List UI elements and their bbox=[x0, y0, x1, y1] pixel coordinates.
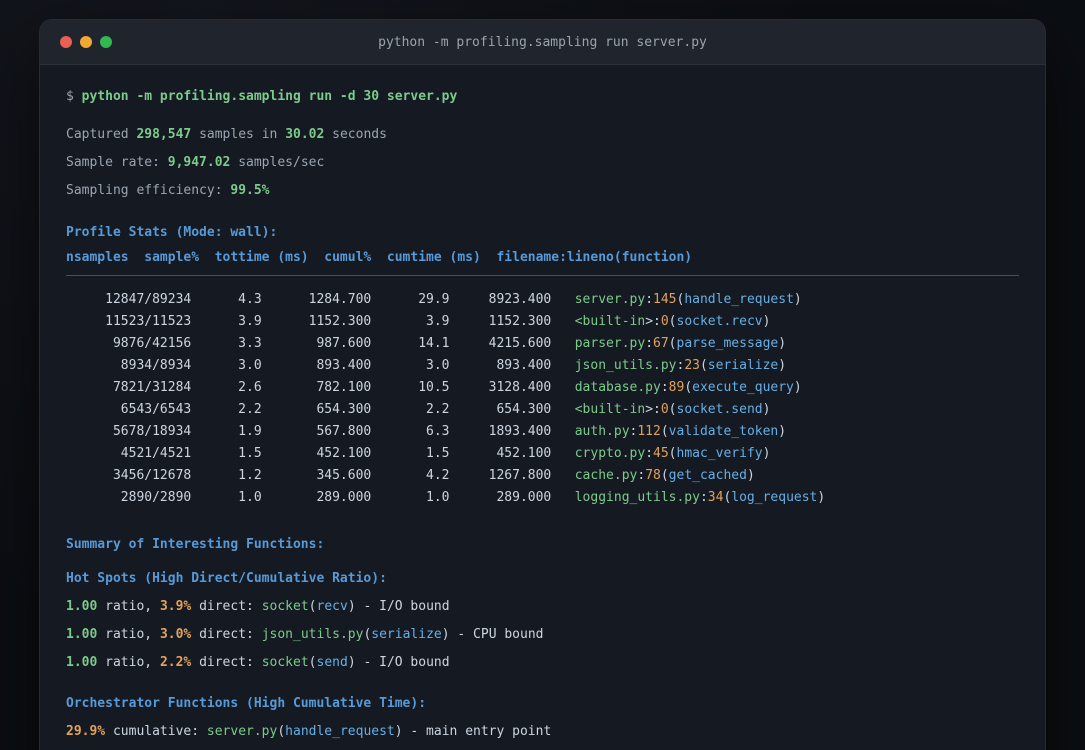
hot-spots-list: 1.00 ratio, 3.9% direct: socket(recv) - … bbox=[66, 593, 1019, 677]
orchestrators-list: 29.9% cumulative: server.py(handle_reque… bbox=[66, 718, 1019, 750]
duration-value: 30.02 bbox=[285, 127, 325, 142]
hot-spot-item: 1.00 ratio, 3.0% direct: json_utils.py(s… bbox=[66, 627, 544, 642]
captured-label: Captured bbox=[66, 127, 129, 142]
orchestrator-item: 14.1% cumulative: parser.py(parse_messag… bbox=[66, 746, 1019, 750]
prompt-symbol: $ bbox=[66, 89, 74, 104]
profile-row: 3456/12678 1.2 345.600 4.2 1267.800 cach… bbox=[66, 468, 755, 483]
sample-rate-line: Sample rate: 9,947.02 samples/sec bbox=[66, 149, 1019, 177]
terminal-output: $ python -m profiling.sampling run -d 30… bbox=[40, 65, 1045, 750]
sample-rate-label: Sample rate: bbox=[66, 155, 160, 170]
table-column-header: nsamples sample% tottime (ms) cumul% cum… bbox=[66, 250, 693, 265]
samples-in-label: samples in bbox=[199, 127, 278, 142]
sample-rate-value: 9,947.02 bbox=[167, 155, 231, 170]
profile-row: 9876/42156 3.3 987.600 14.1 4215.600 par… bbox=[66, 336, 787, 351]
profile-row: 11523/11523 3.9 1152.300 3.9 1152.300 <b… bbox=[66, 314, 771, 329]
efficiency-value: 99.5% bbox=[230, 183, 270, 198]
captured-line: Captured 298,547 samples in 30.02 second… bbox=[66, 121, 1019, 149]
profile-row: 8934/8934 3.0 893.400 3.0 893.400 json_u… bbox=[66, 358, 787, 373]
table-divider bbox=[66, 275, 1019, 276]
profile-table: 12847/89234 4.3 1284.700 29.9 8923.400 s… bbox=[66, 289, 1019, 509]
profile-row: 2890/2890 1.0 289.000 1.0 289.000 loggin… bbox=[66, 490, 826, 505]
window-title: python -m profiling.sampling run server.… bbox=[378, 34, 707, 50]
hot-spots-title: Hot Spots (High Direct/Cumulative Ratio)… bbox=[66, 571, 387, 586]
desktop-background: python -m profiling.sampling run server.… bbox=[0, 0, 1085, 750]
seconds-label: seconds bbox=[332, 127, 387, 142]
efficiency-label: Sampling efficiency: bbox=[66, 183, 223, 198]
profile-row: 7821/31284 2.6 782.100 10.5 3128.400 dat… bbox=[66, 380, 802, 395]
efficiency-line: Sampling efficiency: 99.5% bbox=[66, 177, 1019, 205]
summary-title: Summary of Interesting Functions: bbox=[66, 537, 325, 552]
orchestrators-title: Orchestrator Functions (High Cumulative … bbox=[66, 696, 427, 711]
terminal-window: python -m profiling.sampling run server.… bbox=[40, 20, 1045, 750]
hot-spot-item: 1.00 ratio, 3.9% direct: socket(recv) - … bbox=[66, 599, 450, 614]
profile-row: 4521/4521 1.5 452.100 1.5 452.100 crypto… bbox=[66, 446, 771, 461]
samples-count: 298,547 bbox=[136, 127, 192, 142]
profile-row: 5678/18934 1.9 567.800 6.3 1893.400 auth… bbox=[66, 424, 787, 439]
sample-rate-unit: samples/sec bbox=[238, 155, 325, 170]
hot-spot-item: 1.00 ratio, 2.2% direct: socket(send) - … bbox=[66, 655, 450, 670]
profile-stats-title: Profile Stats (Mode: wall): bbox=[66, 225, 278, 240]
titlebar[interactable]: python -m profiling.sampling run server.… bbox=[40, 20, 1045, 65]
orchestrator-item: 29.9% cumulative: server.py(handle_reque… bbox=[66, 724, 552, 739]
prompt-line: $ python -m profiling.sampling run -d 30… bbox=[66, 83, 1019, 111]
profile-row: 12847/89234 4.3 1284.700 29.9 8923.400 s… bbox=[66, 292, 802, 307]
profile-row: 6543/6543 2.2 654.300 2.2 654.300 <built… bbox=[66, 402, 771, 417]
command-text: python -m profiling.sampling run -d 30 s… bbox=[81, 89, 458, 104]
